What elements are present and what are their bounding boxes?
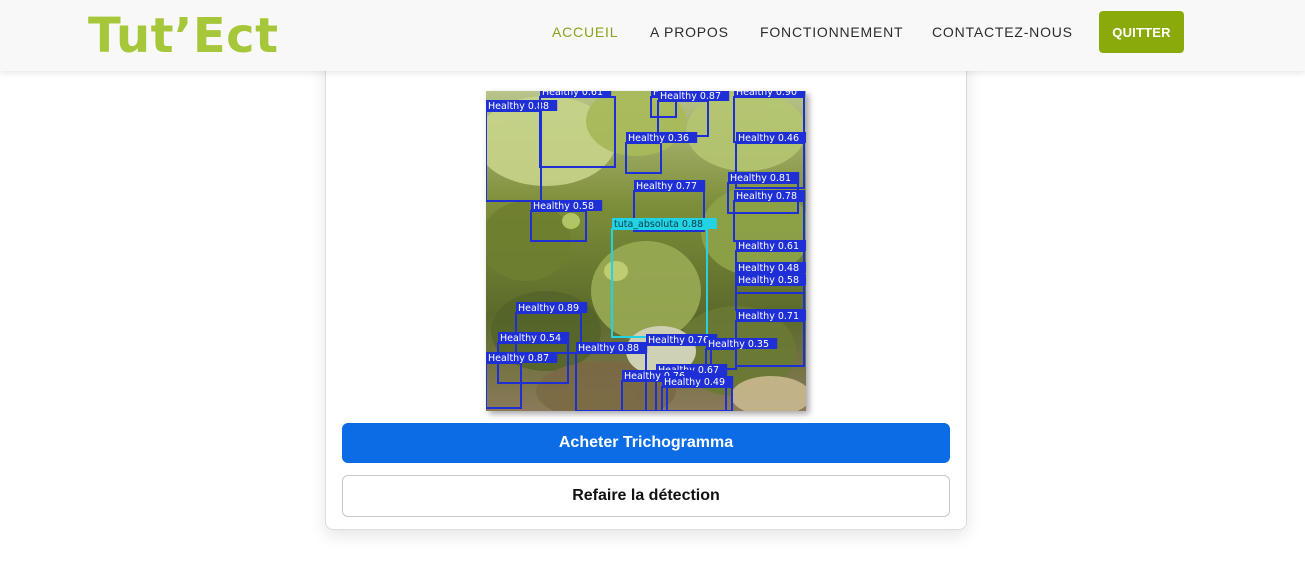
brand-logo[interactable]: Tut’Ect [88,6,279,66]
nav-accueil[interactable]: ACCUEIL [552,24,618,40]
detection-label: Healthy 0.61 [738,241,799,252]
detection-label: Healthy 0.35 [708,339,769,350]
detection-label: Healthy 0.76 [648,335,709,346]
detection-label: Healthy 0.87 [488,353,549,364]
nav-fonctionnement[interactable]: FONCTIONNEMENT [760,24,903,40]
detection-label: Healthy 0.49 [664,377,725,388]
detection-result-card: Healthy 0.88Healthy 0.61Healthy 0.42Heal… [325,30,967,530]
detection-label: Healthy 0.48 [738,263,799,274]
detection-result-image: Healthy 0.88Healthy 0.61Healthy 0.42Heal… [486,91,806,411]
detection-label: Healthy 0.71 [738,311,799,322]
detection-label: Healthy 0.77 [636,181,697,192]
detection-label: Healthy 0.81 [730,173,791,184]
top-navbar: Tut’Ect ACCUEIL A PROPOS FONCTIONNEMENT … [0,0,1305,71]
detection-label: Healthy 0.78 [736,191,797,202]
detection-label: tuta_absoluta 0.88 [614,219,703,230]
detection-label: Healthy 0.90 [736,91,797,98]
detection-label: Healthy 0.46 [738,133,799,144]
detection-label: Healthy 0.89 [518,303,579,314]
detection-label: Healthy 0.54 [500,333,561,344]
quit-button[interactable]: QUITTER [1099,11,1184,53]
buy-trichogramma-button[interactable]: Acheter Trichogramma [342,423,950,463]
detection-label: Healthy 0.88 [578,343,639,354]
detection-label: Healthy 0.87 [660,91,721,102]
detection-label: Healthy 0.58 [738,275,799,286]
nav-a-propos[interactable]: A PROPOS [650,24,729,40]
detection-label: Healthy 0.36 [628,133,689,144]
nav-contactez-nous[interactable]: CONTACTEZ-NOUS [932,24,1073,40]
detection-label: Healthy 0.61 [542,91,603,98]
detection-label: Healthy 0.58 [533,201,594,212]
detection-image-svg: Healthy 0.88Healthy 0.61Healthy 0.42Heal… [486,91,806,411]
redo-detection-button[interactable]: Refaire la détection [342,475,950,517]
